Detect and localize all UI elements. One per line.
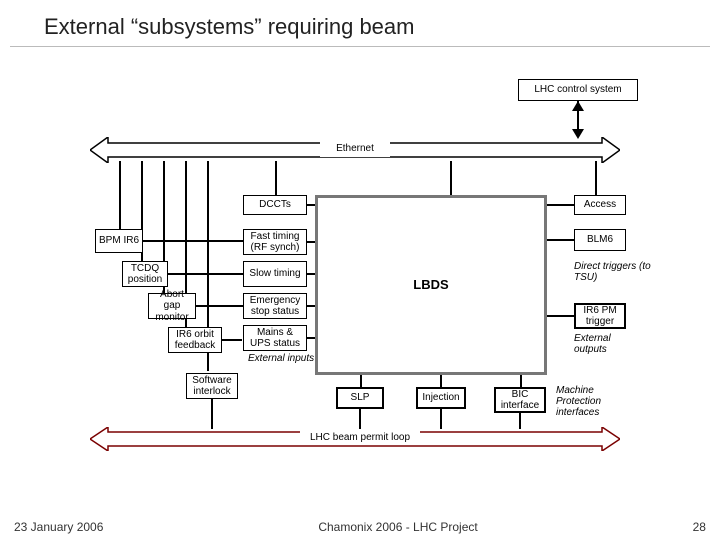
footer-page: 28 <box>693 520 706 534</box>
conn-line <box>547 204 574 206</box>
bic-box: BIC interface <box>494 387 546 413</box>
conn-line <box>359 409 361 429</box>
page-title: External “subsystems” requiring beam <box>0 0 720 46</box>
fast-timing-box: Fast timing (RF synch) <box>243 229 307 255</box>
direct-triggers-label: Direct triggers (to TSU) <box>574 261 656 283</box>
conn-line <box>520 375 522 387</box>
slp-box: SLP <box>336 387 384 409</box>
external-outputs-label: External outputs <box>574 333 634 355</box>
permit-label: LHC beam permit loop <box>300 431 420 445</box>
conn-line <box>547 315 574 317</box>
conn-line <box>307 273 315 275</box>
conn-line <box>307 305 315 307</box>
swi-box: Software interlock <box>186 373 238 399</box>
conn-line <box>275 161 277 195</box>
conn-line <box>440 409 442 429</box>
conn-line <box>360 375 362 387</box>
external-inputs-label: External inputs <box>248 353 314 364</box>
conn-line <box>440 375 442 387</box>
pm-trigger-box: IR6 PM trigger <box>574 303 626 329</box>
lhc-control-box: LHC control system <box>518 79 638 101</box>
mains-box: Mains & UPS status <box>243 325 307 351</box>
conn-line <box>547 239 574 241</box>
arrow-up-icon <box>572 101 584 111</box>
conn-line <box>211 399 213 429</box>
access-box: Access <box>574 195 626 215</box>
emergency-box: Emergency stop status <box>243 293 307 319</box>
conn-line <box>519 413 521 429</box>
conn-line <box>222 339 242 341</box>
footer: 23 January 2006 Chamonix 2006 - LHC Proj… <box>0 520 720 534</box>
orbit-box: IR6 orbit feedback <box>168 327 222 353</box>
conn-line <box>307 337 315 339</box>
mp-label: Machine Protection interfaces <box>556 385 634 418</box>
conn-line <box>119 161 121 229</box>
conn-line <box>168 273 243 275</box>
conn-line <box>143 240 243 242</box>
conn-line <box>450 161 452 195</box>
bpm-box: BPM IR6 <box>95 229 143 253</box>
abort-box: Abort gap monitor <box>148 293 196 319</box>
diagram-canvas: LHC control system Ethernet BPM IR6 TCDQ… <box>0 47 720 497</box>
injection-box: Injection <box>416 387 466 409</box>
blm-box: BLM6 <box>574 229 626 251</box>
footer-center: Chamonix 2006 - LHC Project <box>318 520 477 534</box>
conn-line <box>595 161 597 195</box>
conn-line <box>307 204 315 206</box>
footer-date: 23 January 2006 <box>14 520 103 534</box>
ethernet-label: Ethernet <box>320 141 390 157</box>
conn-line <box>196 305 243 307</box>
slow-timing-box: Slow timing <box>243 261 307 287</box>
conn-line <box>307 241 315 243</box>
dccts-box: DCCTs <box>243 195 307 215</box>
tcdq-box: TCDQ position <box>122 261 168 287</box>
lbds-box: LBDS <box>315 195 547 375</box>
